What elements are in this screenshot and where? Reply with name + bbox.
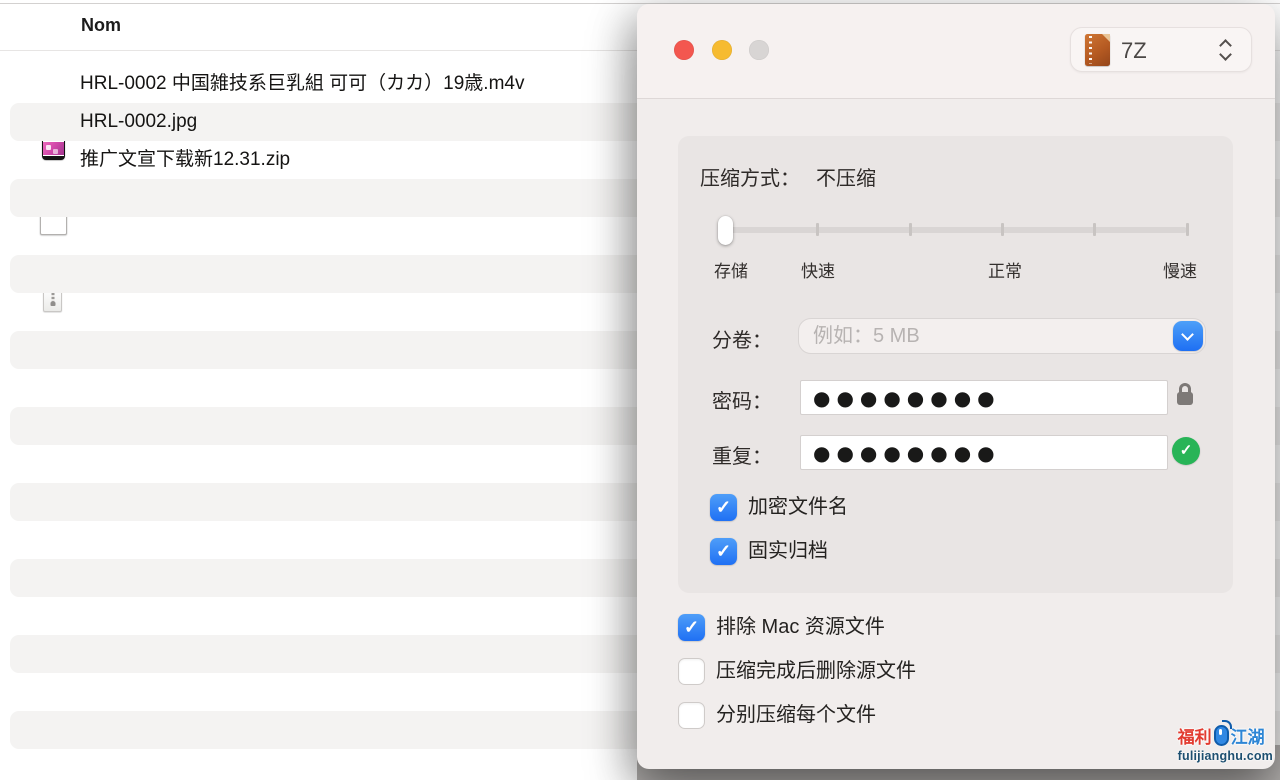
- format-value: 7Z: [1121, 28, 1147, 73]
- slider-label-fast: 快速: [801, 257, 835, 282]
- password-label: 密码：: [712, 385, 772, 414]
- compression-dialog: 7Z 压缩方式： 不压缩 存储 快速 正常 慢速 分卷： 密码： 重复：: [637, 4, 1275, 769]
- dialog-titlebar: 7Z: [637, 4, 1275, 99]
- compression-method-line: 压缩方式： 不压缩: [700, 162, 876, 191]
- close-button[interactable]: [674, 40, 694, 60]
- slider-tick: [1093, 223, 1096, 236]
- repeat-password-label: 重复：: [712, 440, 772, 469]
- exclude-mac-resources-label: 排除 Mac 资源文件: [716, 614, 885, 641]
- compress-separately-checkbox[interactable]: [678, 702, 705, 729]
- column-header-name[interactable]: Nom: [81, 15, 121, 36]
- watermark: 福利 江湖 fulijianghu.com: [1178, 723, 1273, 763]
- compression-method-value: 不压缩: [816, 168, 876, 190]
- settings-panel: 压缩方式： 不压缩 存储 快速 正常 慢速 分卷： 密码： 重复： ✓ ✓ 加密文…: [678, 136, 1233, 593]
- slider-tick: [1186, 223, 1189, 236]
- password-match-icon: ✓: [1172, 437, 1200, 465]
- lock-icon: [1177, 383, 1193, 406]
- file-name: 推广文宣下载新12.31.zip: [80, 141, 290, 179]
- slider-thumb[interactable]: [718, 216, 733, 245]
- password-input[interactable]: [800, 380, 1168, 415]
- watermark-url: fulijianghu.com: [1178, 749, 1273, 763]
- encrypt-filenames-label: 加密文件名: [748, 494, 848, 521]
- zoom-button-disabled: [749, 40, 769, 60]
- exclude-mac-resources-checkbox[interactable]: ✓: [678, 614, 705, 641]
- compression-method-label: 压缩方式：: [700, 168, 800, 190]
- mouse-icon: [1214, 725, 1229, 746]
- slider-label-normal: 正常: [988, 257, 1022, 282]
- compression-slider[interactable]: [725, 227, 1187, 233]
- delete-source-after-checkbox[interactable]: [678, 658, 705, 685]
- slider-tick: [909, 223, 912, 236]
- chevron-down-icon: [1181, 328, 1194, 341]
- file-name: HRL-0002 中国雑技系巨乳組 可可（カカ）19歳.m4v: [80, 65, 524, 103]
- slider-label-slow: 慢速: [1163, 257, 1197, 282]
- compress-separately-label: 分别压缩每个文件: [716, 702, 876, 729]
- stepper-chevrons-icon: [1219, 40, 1233, 62]
- slider-tick: [816, 223, 819, 236]
- delete-source-after-label: 压缩完成后删除源文件: [716, 658, 916, 685]
- solid-archive-checkbox[interactable]: ✓: [710, 538, 737, 565]
- repeat-password-input[interactable]: [800, 435, 1168, 470]
- minimize-button[interactable]: [712, 40, 732, 60]
- image-file-icon: [40, 214, 67, 235]
- solid-archive-label: 固实归档: [748, 538, 828, 565]
- file-name: HRL-0002.jpg: [80, 103, 197, 141]
- split-volume-dropdown-button[interactable]: [1173, 321, 1203, 351]
- slider-label-store: 存储: [714, 257, 748, 282]
- encrypt-filenames-checkbox[interactable]: ✓: [710, 494, 737, 521]
- split-volume-input[interactable]: [798, 318, 1206, 354]
- watermark-text-right: 江湖: [1231, 723, 1265, 748]
- 7z-archive-icon: [1085, 34, 1110, 66]
- slider-tick: [1001, 223, 1004, 236]
- watermark-text-left: 福利: [1178, 723, 1212, 748]
- format-selector[interactable]: 7Z: [1070, 27, 1252, 72]
- split-volume-label: 分卷：: [712, 324, 772, 353]
